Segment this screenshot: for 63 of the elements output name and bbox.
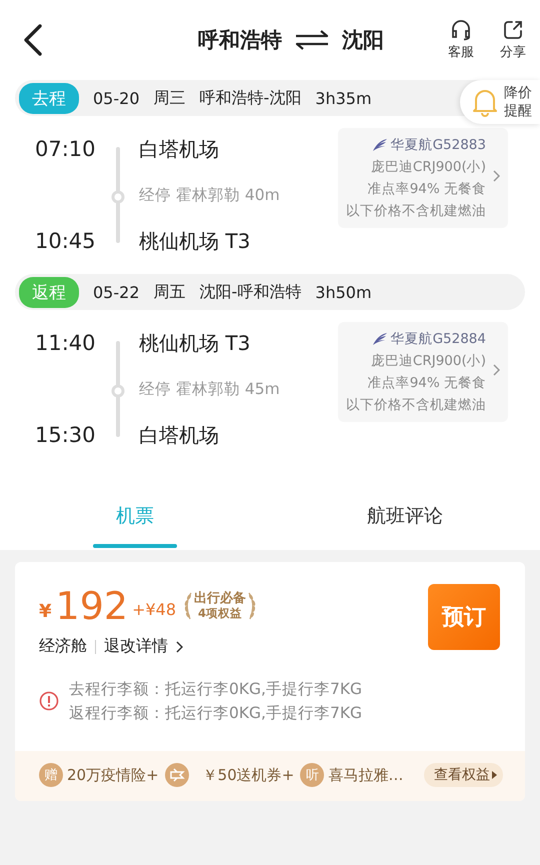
destination-city: 沈阳 <box>342 27 384 54</box>
trip-route: 呼和浩特-沈阳 <box>200 88 302 108</box>
departure-time: 07:10 <box>35 137 97 161</box>
departure-airport: 桃仙机场 T3 <box>139 330 252 356</box>
trip-duration: 3h35m <box>315 88 372 108</box>
trip-route: 沈阳-呼和浩特 <box>200 282 302 302</box>
perk-count: 4项权益 <box>198 606 242 621</box>
share-button[interactable]: 分享 <box>500 19 526 61</box>
baggage-allowance: 去程行李额：托运行李0KG,手提行李7KG <box>69 679 362 700</box>
headset-icon <box>450 19 472 41</box>
trip-weekday: 周三 <box>154 88 186 108</box>
customer-service-button[interactable]: 客服 <box>448 19 474 61</box>
departure-time: 11:40 <box>35 331 97 355</box>
departure-airport: 白塔机场 <box>139 136 220 162</box>
back-icon[interactable] <box>22 23 44 57</box>
perk-title: 出行必备 <box>194 591 246 606</box>
bell-icon <box>472 87 498 117</box>
laurel-icon <box>182 591 194 621</box>
benefit-icon: 听 <box>300 763 324 787</box>
stopover-text: 经停 霍林郭勒 40m <box>139 184 281 206</box>
wing-icon <box>372 332 388 346</box>
aircraft-type: 庞巴迪CRJ900(小) <box>370 158 486 177</box>
benefit-text: 喜马拉雅… <box>328 766 404 784</box>
trip-badge: 返程 <box>19 276 79 308</box>
flight-info-card[interactable]: 华夏航G52883 庞巴迪CRJ900(小) 准点率94% 无餐食 以下价格不含机建燃油 <box>338 128 508 228</box>
fare-price: 192 <box>56 584 128 628</box>
benefit-text: ￥50送机券+ <box>202 766 294 784</box>
currency-symbol: ¥ <box>39 600 52 622</box>
arrival-time: 15:30 <box>35 423 97 447</box>
price-note: 以下价格不含机建燃油 <box>346 202 486 221</box>
arrival-time: 10:45 <box>35 229 97 253</box>
arrival-airport: 桃仙机场 T3 <box>139 228 252 254</box>
trip-badge: 去程 <box>19 82 79 114</box>
warning-icon <box>39 691 59 711</box>
swap-icon[interactable] <box>294 30 330 50</box>
arrival-airport: 白塔机场 <box>139 422 220 448</box>
trip-weekday: 周五 <box>154 282 186 302</box>
trip-date: 05-22 <box>93 282 140 302</box>
refund-details-link[interactable]: 退改详情 <box>104 636 183 657</box>
trip-duration: 3h50m <box>315 282 372 302</box>
flight-number: 华夏航G52883 <box>390 136 486 155</box>
flight-number: 华夏航G52884 <box>390 330 486 349</box>
wing-icon <box>372 138 388 152</box>
punctuality-text: 准点率94% 无餐食 <box>366 180 486 199</box>
tab[interactable]: 航班评论 <box>270 482 540 550</box>
punctuality-text: 准点率94% 无餐食 <box>366 374 486 393</box>
stopover-text: 经停 霍林郭勒 45m <box>139 378 281 400</box>
chevron-right-icon <box>176 640 183 652</box>
chevron-right-icon <box>493 170 500 182</box>
cabin-class: 经济舱 <box>39 636 87 657</box>
chevron-right-icon <box>493 364 500 376</box>
caret-right-icon <box>492 771 497 779</box>
baggage-allowance: 返程行李额：托运行李0KG,手提行李7KG <box>69 703 362 724</box>
benefit-text: 20万疫情险+ <box>67 766 159 784</box>
benefit-icon: 赠 <box>39 763 63 787</box>
aircraft-type: 庞巴迪CRJ900(小) <box>370 352 486 371</box>
view-benefits-button[interactable]: 查看权益 <box>424 763 503 787</box>
origin-city: 呼和浩特 <box>198 27 282 54</box>
trip-date: 05-20 <box>93 88 140 108</box>
share-icon <box>502 19 524 41</box>
price-note: 以下价格不含机建燃油 <box>346 396 486 415</box>
flight-info-card[interactable]: 华夏航G52884 庞巴迪CRJ900(小) 准点率94% 无餐食 以下价格不含机建燃油 <box>338 322 508 422</box>
tax-amount: +¥48 <box>132 600 176 618</box>
